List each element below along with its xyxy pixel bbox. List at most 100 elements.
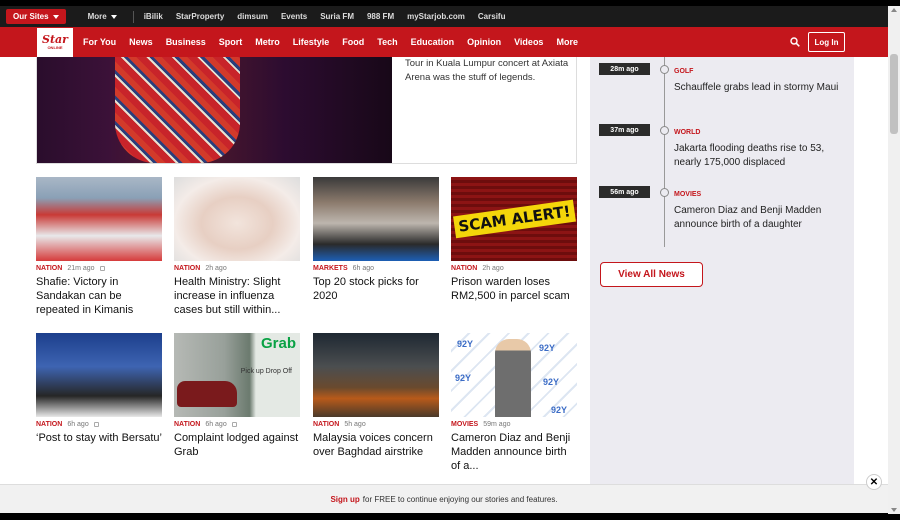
hero-story[interactable]: Tour in Kuala Lumpur concert at Axiata A… [36, 57, 577, 164]
article-thumbnail[interactable] [174, 177, 300, 261]
article-time: 21m ago [67, 265, 95, 272]
nav-item-for-you[interactable]: For You [83, 37, 126, 47]
login-button[interactable]: Log In [808, 32, 845, 52]
article-card[interactable]: 92Y 92Y 92Y 92Y 92Y MOVIES 59m ago Camer… [451, 333, 577, 473]
network-link-ibilik[interactable]: iBilik [144, 12, 163, 21]
logo-text: Star [42, 33, 68, 46]
network-link-988-fm[interactable]: 988 FM [367, 12, 394, 21]
article-time: 5h ago [344, 421, 366, 428]
nav-item-opinion[interactable]: Opinion [467, 37, 511, 47]
network-link-events[interactable]: Events [281, 12, 307, 21]
nav-item-food[interactable]: Food [342, 37, 374, 47]
article-title[interactable]: Shafie: Victory in Sandakan can be repea… [36, 275, 162, 317]
backdrop-logo: 92Y [539, 343, 556, 353]
article-meta: MARKETS 6h ago [313, 265, 439, 272]
article-time: 59m ago [483, 421, 511, 428]
nav-item-lifestyle[interactable]: Lifestyle [293, 37, 340, 47]
article-title[interactable]: Health Ministry: Slight increase in infl… [174, 275, 300, 317]
grab-sign: Pick up Drop Off [240, 368, 292, 375]
article-thumbnail[interactable] [36, 333, 162, 417]
timeline-line [664, 57, 665, 247]
article-category[interactable]: NATION [174, 265, 200, 272]
timeline-category[interactable]: GOLF [674, 68, 693, 75]
signup-text: for FREE to continue enjoying our storie… [362, 494, 558, 504]
article-thumbnail[interactable] [313, 333, 439, 417]
article-meta: MOVIES 59m ago [451, 421, 577, 428]
article-card[interactable]: MARKETS 6h ago Top 20 stock picks for 20… [313, 177, 439, 303]
nav-item-education[interactable]: Education [411, 37, 465, 47]
network-link-mystarjob[interactable]: myStarjob.com [407, 12, 465, 21]
article-title[interactable]: Top 20 stock picks for 2020 [313, 275, 439, 303]
article-time: 6h ago [67, 421, 89, 428]
article-time: 2h ago [482, 265, 504, 272]
article-thumbnail[interactable]: Grab Pick up Drop Off [174, 333, 300, 417]
article-card[interactable]: NATION 6h ago ‘Post to stay with Bersatu… [36, 333, 162, 445]
article-category[interactable]: MOVIES [451, 421, 478, 428]
timeline-dot [660, 65, 669, 74]
article-category[interactable]: NATION [36, 265, 62, 272]
article-category[interactable]: NATION [451, 265, 477, 272]
article-card[interactable]: NATION 2h ago Health Ministry: Slight in… [174, 177, 300, 317]
hero-summary: Tour in Kuala Lumpur concert at Axiata A… [405, 58, 569, 83]
nav-item-business[interactable]: Business [166, 37, 216, 47]
star-logo[interactable]: Star ONLINE [37, 27, 73, 57]
article-thumbnail[interactable] [36, 177, 162, 261]
signup-link[interactable]: Sign up [330, 495, 359, 504]
article-title[interactable]: Complaint lodged against Grab [174, 431, 300, 459]
article-meta: NATION 6h ago [36, 421, 162, 428]
scroll-up-icon[interactable] [891, 8, 897, 12]
article-thumbnail[interactable] [313, 177, 439, 261]
search-icon[interactable] [790, 37, 800, 47]
network-link-starproperty[interactable]: StarProperty [176, 12, 224, 21]
article-title[interactable]: Cameron Diaz and Benji Madden announce b… [451, 431, 577, 473]
scam-alert-text: SCAM ALERT! [452, 199, 576, 239]
article-thumbnail[interactable]: SCAM ALERT! [451, 177, 577, 261]
backdrop-logo: 92Y [455, 373, 472, 383]
scrollbar[interactable] [888, 6, 900, 514]
view-all-news-button[interactable]: View All News [600, 262, 703, 287]
chevron-down-icon [110, 14, 117, 19]
hero-image[interactable] [37, 57, 392, 163]
article-time: 2h ago [205, 265, 227, 272]
nav-item-more[interactable]: More [556, 37, 588, 47]
nav-item-videos[interactable]: Videos [514, 37, 553, 47]
timeline-title[interactable]: Schauffele grabs lead in stormy Maui [674, 81, 844, 95]
car-image-detail [177, 381, 237, 407]
article-title[interactable]: Malaysia voices concern over Baghdad air… [313, 431, 439, 459]
network-link-suria-fm[interactable]: Suria FM [320, 12, 354, 21]
article-title[interactable]: Prison warden loses RM2,500 in parcel sc… [451, 275, 577, 303]
network-link-carsifu[interactable]: Carsifu [478, 12, 506, 21]
timeline-title[interactable]: Jakarta flooding deaths rise to 53, near… [674, 142, 844, 170]
article-meta: NATION 21m ago [36, 265, 162, 272]
timeline-title[interactable]: Cameron Diaz and Benji Madden announce b… [674, 204, 844, 232]
close-icon[interactable]: ✕ [866, 474, 882, 490]
timeline-category[interactable]: MOVIES [674, 191, 701, 198]
article-category[interactable]: NATION [36, 421, 62, 428]
more-sites-label: More [87, 12, 107, 21]
network-links: iBilik StarProperty dimsum Events Suria … [144, 12, 506, 21]
article-thumbnail[interactable]: 92Y 92Y 92Y 92Y 92Y [451, 333, 577, 417]
article-title[interactable]: ‘Post to stay with Bersatu’ [36, 431, 162, 445]
divider [132, 10, 134, 23]
article-category[interactable]: NATION [174, 421, 200, 428]
article-category[interactable]: MARKETS [313, 265, 348, 272]
timeline-category[interactable]: WORLD [674, 129, 700, 136]
nav-item-sport[interactable]: Sport [219, 37, 253, 47]
network-link-dimsum[interactable]: dimsum [237, 12, 268, 21]
nav-item-news[interactable]: News [129, 37, 163, 47]
nav-item-tech[interactable]: Tech [377, 37, 407, 47]
scrollbar-thumb[interactable] [890, 54, 898, 134]
network-bar: Our Sites More iBilik StarProperty dimsu… [0, 6, 888, 27]
article-card[interactable]: Grab Pick up Drop Off NATION 6h ago Comp… [174, 333, 300, 459]
article-meta: NATION 5h ago [313, 421, 439, 428]
article-card[interactable]: SCAM ALERT! NATION 2h ago Prison warden … [451, 177, 577, 303]
article-card[interactable]: NATION 5h ago Malaysia voices concern ov… [313, 333, 439, 459]
timeline-time: 56m ago [599, 186, 650, 198]
nav-item-metro[interactable]: Metro [255, 37, 290, 47]
more-sites-button[interactable]: More [88, 12, 117, 21]
article-card[interactable]: NATION 21m ago Shafie: Victory in Sandak… [36, 177, 162, 317]
scroll-down-icon[interactable] [891, 508, 897, 512]
our-sites-button[interactable]: Our Sites [6, 9, 66, 24]
article-category[interactable]: NATION [313, 421, 339, 428]
grab-logo: Grab [260, 335, 296, 352]
